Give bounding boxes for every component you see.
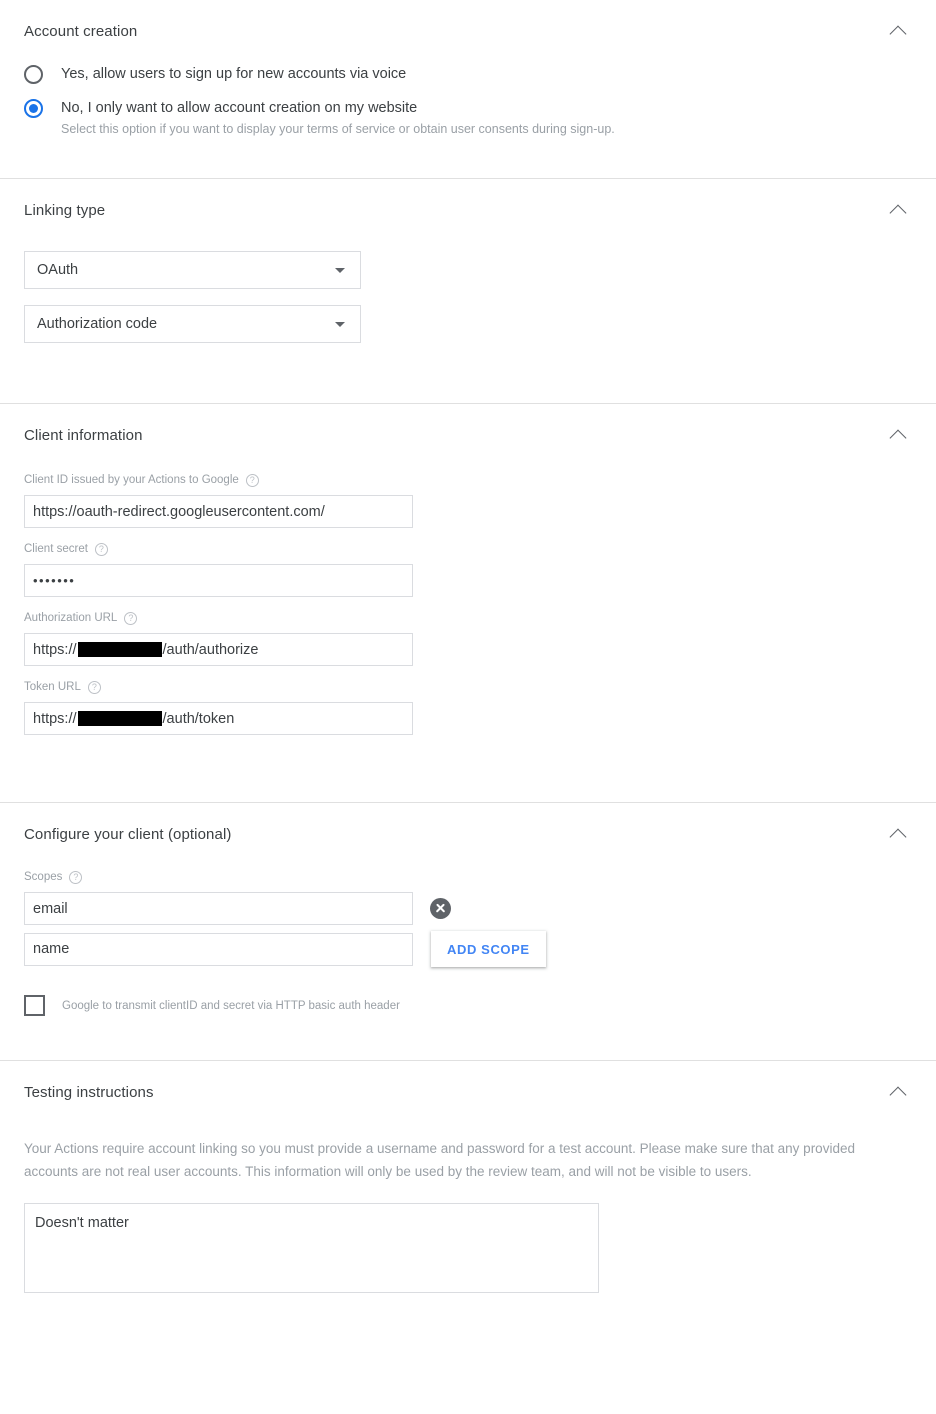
client-id-input[interactable]: https://oauth-redirect.googleusercontent… [24,495,413,528]
redaction-bar [77,711,162,726]
scope-input-email[interactable]: email [24,892,413,925]
token-url-field-group: Token URL ? https:// /auth/token [24,679,912,735]
linking-type-selects: OAuth Authorization code [0,251,936,343]
field-label: Authorization URL [24,612,118,624]
testing-instructions-textarea[interactable]: Doesn't matter [24,1203,599,1293]
client-secret-input[interactable]: ••••••• [24,564,413,597]
field-label: Token URL [24,681,81,693]
account-linking-settings-page: Account creation Yes, allow users to sig… [0,0,936,1414]
radio-option-website-only[interactable]: No, I only want to allow account creatio… [24,98,912,138]
chevron-down-icon [335,322,345,327]
radio-option-label: Yes, allow users to sign up for new acco… [61,66,407,82]
authorization-url-input[interactable]: https:// /auth/authorize [24,633,413,666]
field-label-row: Authorization URL ? [24,610,912,626]
account-creation-radio-group: Yes, allow users to sign up for new acco… [0,46,936,138]
checkbox-label: Google to transmit clientID and secret v… [62,999,400,1012]
section-client-information: Client information Client ID issued by y… [0,403,936,802]
section-title: Linking type [24,202,106,219]
field-label-row: Token URL ? [24,679,912,695]
authorization-url-field-group: Authorization URL ? https:// /auth/author… [24,610,912,666]
section-configure-client: Configure your client (optional) Scopes … [0,802,936,1060]
section-title: Account creation [24,23,138,40]
chevron-up-icon[interactable] [884,821,912,849]
section-title: Configure your client (optional) [24,826,232,843]
client-information-fields: Client ID issued by your Actions to Goog… [0,450,936,735]
scopes-label-row: Scopes ? [24,869,912,885]
select-value: OAuth [37,262,79,278]
section-linking-type: Linking type OAuth Authorization code [0,178,936,403]
radio-option-voice-signup[interactable]: Yes, allow users to sign up for new acco… [24,64,912,84]
chevron-up-icon[interactable] [884,197,912,225]
linking-type-select[interactable]: OAuth [24,251,361,289]
field-label: Client secret [24,543,88,555]
help-icon[interactable]: ? [245,473,259,487]
grant-type-select[interactable]: Authorization code [24,305,361,343]
client-id-field-group: Client ID issued by your Actions to Goog… [24,472,912,528]
select-value: Authorization code [37,316,158,332]
section-header-account-creation: Account creation [0,0,936,46]
scope-row: email [24,892,912,925]
field-label-row: Client secret ? [24,541,912,557]
section-header-client-information: Client information [0,404,936,450]
chevron-up-icon[interactable] [884,1079,912,1107]
section-header-linking-type: Linking type [0,179,936,225]
help-icon[interactable]: ? [69,870,83,884]
section-title: Client information [24,427,143,444]
section-account-creation: Account creation Yes, allow users to sig… [0,0,936,178]
url-prefix: https:// [33,710,77,727]
testing-instructions-body: Your Actions require account linking so … [0,1107,936,1293]
radio-option-sublabel: Select this option if you want to displa… [61,122,615,136]
basic-auth-header-checkbox-row[interactable]: Google to transmit clientID and secret v… [24,995,912,1016]
checkbox-unchecked-icon[interactable] [24,995,45,1016]
field-label-row: Client ID issued by your Actions to Goog… [24,472,912,488]
radio-unselected-icon[interactable] [24,65,43,84]
url-suffix: /auth/authorize [162,641,259,658]
help-icon[interactable]: ? [87,680,101,694]
section-header-configure-client: Configure your client (optional) [0,803,936,849]
url-suffix: /auth/token [162,710,235,727]
client-secret-field-group: Client secret ? ••••••• [24,541,912,597]
chevron-up-icon[interactable] [884,422,912,450]
remove-scope-icon[interactable] [430,898,451,919]
url-prefix: https:// [33,641,77,658]
section-title: Testing instructions [24,1084,154,1101]
masked-value: ••••••• [33,573,76,588]
section-testing-instructions: Testing instructions Your Actions requir… [0,1060,936,1293]
chevron-down-icon [335,268,345,273]
testing-instructions-description: Your Actions require account linking so … [24,1141,855,1179]
help-icon[interactable]: ? [124,611,138,625]
radio-option-label: No, I only want to allow account creatio… [61,100,418,116]
radio-selected-icon[interactable] [24,99,43,118]
redaction-bar [77,642,162,657]
chevron-up-icon[interactable] [884,18,912,46]
add-scope-button[interactable]: ADD SCOPE [431,931,546,967]
scope-row: name ADD SCOPE [24,931,912,967]
scope-input-name[interactable]: name [24,932,413,966]
field-label: Client ID issued by your Actions to Goog… [24,474,239,486]
section-header-testing-instructions: Testing instructions [0,1061,936,1107]
scopes-area: Scopes ? email name ADD SCOPE Google to … [0,849,936,1016]
help-icon[interactable]: ? [94,542,108,556]
token-url-input[interactable]: https:// /auth/token [24,702,413,735]
scopes-label: Scopes [24,871,63,883]
